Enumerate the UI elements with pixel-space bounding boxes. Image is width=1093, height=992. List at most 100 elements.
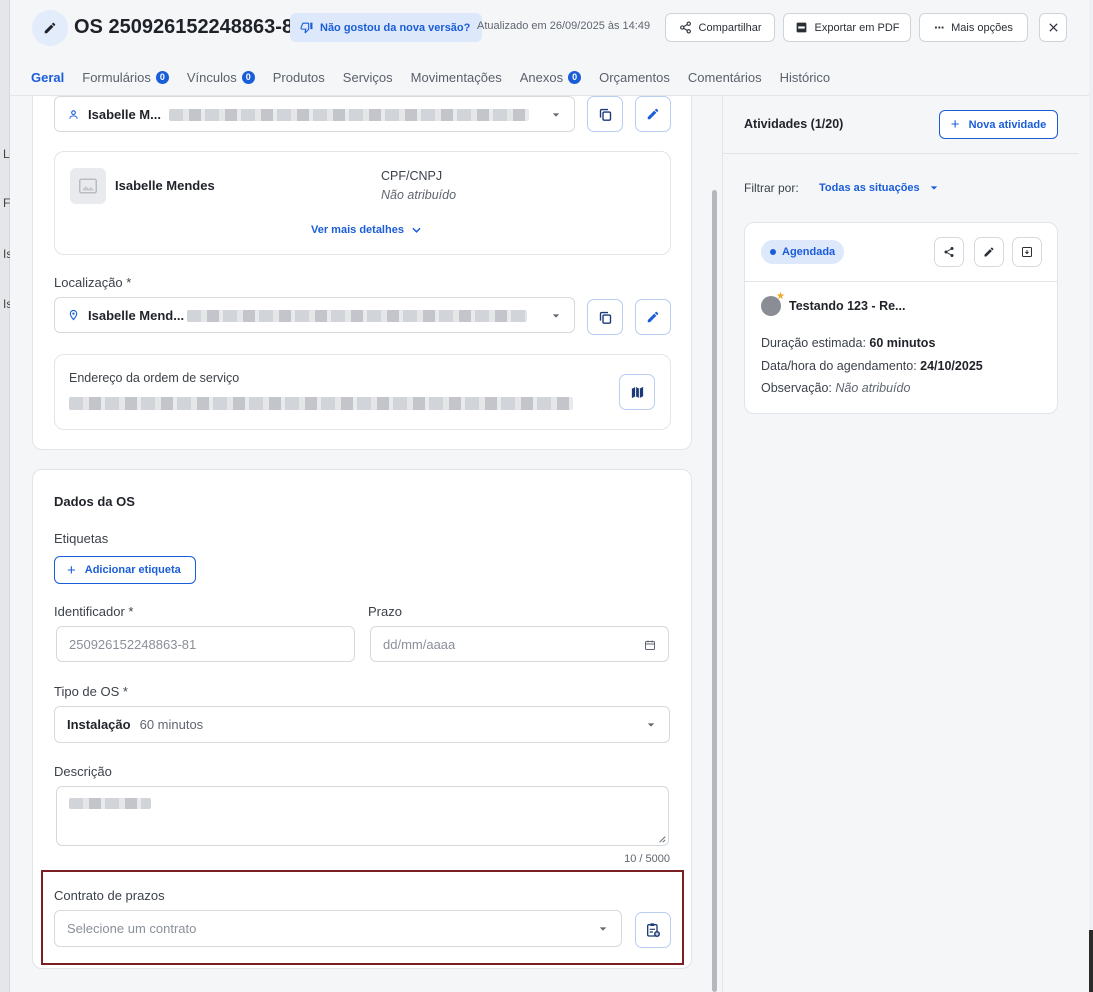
status-badge: Agendada bbox=[761, 240, 845, 264]
duration-row: Duração estimada: 60 minutos bbox=[761, 336, 935, 350]
chevron-down-icon bbox=[552, 113, 560, 117]
tab-label: Anexos bbox=[519, 69, 564, 85]
address-label: Endereço da ordem de serviço bbox=[69, 371, 240, 385]
export-pdf-label: Exportar em PDF bbox=[814, 21, 900, 34]
tab-bar: Geral Formulários 0 Vínculos 0 Produtos Se… bbox=[31, 67, 848, 87]
more-details-link[interactable]: Ver mais detalhes bbox=[311, 224, 421, 236]
tab-count-badge: 0 bbox=[155, 70, 169, 84]
edit-location-button[interactable] bbox=[635, 299, 671, 335]
map-pin-icon bbox=[69, 309, 78, 321]
activities-title: Atividades (1/20) bbox=[744, 117, 844, 131]
pencil-icon bbox=[647, 311, 659, 323]
activities-divider bbox=[723, 153, 1079, 154]
deadline-input[interactable]: dd/mm/aaaa bbox=[370, 626, 669, 662]
open-map-button[interactable] bbox=[619, 374, 655, 410]
filter-select[interactable]: Todas as situações bbox=[819, 182, 938, 194]
tab-vinculos[interactable]: Vínculos 0 bbox=[187, 67, 255, 87]
tab-historico[interactable]: Histórico bbox=[780, 67, 831, 87]
left-scrollbar[interactable] bbox=[712, 190, 717, 992]
tab-produtos[interactable]: Produtos bbox=[273, 67, 325, 87]
client-details-box: Isabelle Mendes CPF/CNPJ Não atribuído V… bbox=[54, 151, 671, 255]
share-button[interactable]: Compartilhar bbox=[665, 13, 775, 42]
address-box: Endereço da ordem de serviço bbox=[54, 354, 671, 430]
close-button[interactable] bbox=[1039, 13, 1067, 42]
client-avatar bbox=[70, 168, 106, 204]
new-activity-label: Nova atividade bbox=[968, 118, 1047, 131]
tab-count-badge: 0 bbox=[241, 70, 255, 84]
star-icon: ★ bbox=[776, 291, 785, 302]
pencil-icon bbox=[984, 247, 994, 257]
description-char-count: 10 / 5000 bbox=[624, 853, 670, 865]
more-options-label: Mais opções bbox=[951, 21, 1013, 34]
chevron-down-icon bbox=[647, 723, 655, 727]
tab-orcamentos[interactable]: Orçamentos bbox=[599, 67, 670, 87]
more-options-button[interactable]: ··· Mais opções bbox=[919, 13, 1028, 42]
tab-label: Produtos bbox=[272, 69, 325, 85]
client-select[interactable]: Isabelle M... bbox=[54, 96, 575, 132]
note-row: Observação: Não atribuído bbox=[761, 381, 910, 395]
contract-highlight-frame bbox=[41, 870, 684, 965]
plus-icon: + bbox=[950, 116, 960, 133]
copy-client-button[interactable] bbox=[587, 96, 623, 132]
add-tag-button[interactable]: + Adicionar etiqueta bbox=[54, 556, 196, 584]
activity-card[interactable]: Agendada ★ Testando 123 - Re... Duração … bbox=[744, 222, 1058, 414]
deadline-label: Prazo bbox=[368, 604, 402, 619]
filter-label: Filtrar por: bbox=[744, 181, 799, 195]
archive-icon bbox=[1022, 247, 1032, 257]
os-type-value: Instalação bbox=[67, 717, 131, 732]
chevron-down-icon bbox=[552, 314, 560, 318]
plus-icon: + bbox=[67, 561, 76, 579]
tab-servicos[interactable]: Serviços bbox=[343, 67, 393, 87]
redacted-text bbox=[187, 310, 527, 322]
activity-avatar: ★ bbox=[761, 291, 785, 316]
copy-icon bbox=[599, 108, 611, 121]
schedule-value: 24/10/2025 bbox=[920, 359, 983, 373]
description-label: Descrição bbox=[54, 764, 112, 779]
add-tag-label: Adicionar etiqueta bbox=[84, 564, 181, 576]
location-select[interactable]: Isabelle Mend... bbox=[54, 297, 575, 333]
copy-location-button[interactable] bbox=[587, 299, 623, 335]
share-label: Compartilhar bbox=[698, 21, 762, 34]
page-title: OS 250926152248863-81 bbox=[74, 16, 305, 38]
more-dots-icon: ··· bbox=[934, 20, 945, 35]
client-select-value: Isabelle M... bbox=[88, 106, 161, 122]
archive-activity-button[interactable] bbox=[1012, 237, 1042, 267]
edit-title-button[interactable] bbox=[32, 10, 68, 46]
new-activity-button[interactable]: + Nova atividade bbox=[939, 110, 1058, 139]
tab-label: Formulários bbox=[82, 69, 151, 85]
status-dot-icon bbox=[770, 249, 776, 255]
redacted-text bbox=[169, 109, 529, 121]
more-details-label: Ver mais detalhes bbox=[311, 224, 404, 236]
os-type-select[interactable]: Instalação 60 minutos bbox=[54, 706, 670, 743]
map-icon bbox=[631, 386, 643, 398]
client-doc-label: CPF/CNPJ bbox=[381, 169, 443, 183]
tab-label: Serviços bbox=[342, 69, 393, 85]
updated-timestamp: Atualizado em 26/09/2025 às 14:49 bbox=[477, 20, 651, 32]
tab-formularios[interactable]: Formulários 0 bbox=[82, 67, 169, 87]
os-type-label: Tipo de OS * bbox=[54, 684, 128, 699]
client-doc-value: Não atribuído bbox=[381, 188, 457, 202]
resize-handle-icon[interactable] bbox=[658, 835, 666, 843]
feedback-button[interactable]: Não gostou da nova versão? bbox=[290, 13, 483, 42]
export-pdf-button[interactable]: Exportar em PDF bbox=[783, 13, 911, 42]
tab-geral[interactable]: Geral bbox=[31, 67, 64, 87]
share-icon bbox=[679, 21, 691, 34]
modal-header: OS 250926152248863-81 Não gostou da nova… bbox=[10, 0, 1089, 96]
share-activity-button[interactable] bbox=[934, 237, 964, 267]
activity-card-divider bbox=[745, 281, 1057, 282]
edit-client-button[interactable] bbox=[635, 96, 671, 132]
os-data-title: Dados da OS bbox=[54, 494, 135, 509]
close-icon bbox=[1048, 23, 1058, 32]
identifier-input[interactable]: 250926152248863-81 bbox=[56, 626, 355, 662]
tab-anexos[interactable]: Anexos 0 bbox=[519, 67, 582, 87]
pencil-icon bbox=[44, 22, 56, 34]
duration-label: Duração estimada: bbox=[761, 336, 866, 350]
tab-movimentacoes[interactable]: Movimentações bbox=[411, 67, 502, 87]
tab-comentarios[interactable]: Comentários bbox=[688, 67, 762, 87]
schedule-row: Data/hora do agendamento: 24/10/2025 bbox=[761, 359, 983, 373]
os-type-duration: 60 minutos bbox=[139, 717, 204, 732]
description-textarea[interactable] bbox=[56, 786, 669, 846]
copy-icon bbox=[599, 311, 611, 324]
edit-activity-button[interactable] bbox=[974, 237, 1004, 267]
filter-value: Todas as situações bbox=[819, 182, 920, 194]
